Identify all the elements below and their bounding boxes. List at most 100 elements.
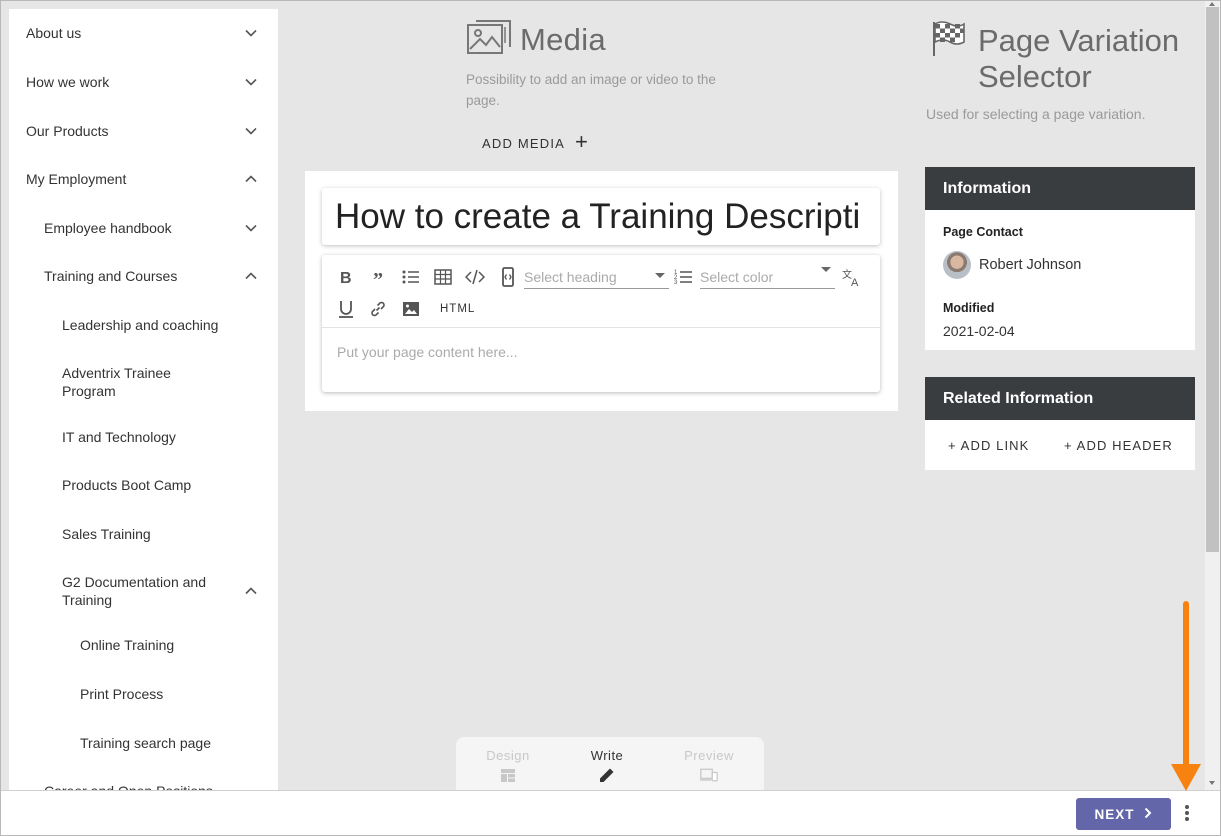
content-area[interactable]: Put your page content here... (337, 344, 518, 360)
sidebar-item-label: Our Products (26, 123, 109, 139)
sidebar-item-label: Adventrix Trainee Program (62, 365, 171, 399)
sidebar-item-label: Online Training (80, 637, 175, 653)
table-icon[interactable] (431, 265, 455, 289)
sidebar-item-leadership-and-coaching[interactable]: Leadership and coaching (9, 315, 278, 335)
sidebar-item-label: IT and Technology (62, 429, 176, 445)
caret-down-icon (821, 267, 831, 272)
sidebar-item-online-training[interactable]: Online Training (9, 635, 278, 655)
devices-icon (679, 766, 739, 784)
sidebar-item-label: How we work (26, 74, 110, 90)
annotation-arrow-shaft (1183, 601, 1189, 769)
sidebar-item-it-and-technology[interactable]: IT and Technology (9, 427, 278, 447)
translate-icon[interactable]: 文A (840, 265, 864, 289)
mode-preview-label: Preview (684, 748, 734, 763)
chevron-down-icon[interactable] (244, 26, 258, 40)
image-icon[interactable] (399, 297, 423, 321)
sidebar-item-label: Training and Courses (44, 268, 178, 284)
media-title: Media (520, 22, 606, 57)
sidebar-item-label: Print Process (80, 686, 164, 702)
quote-icon[interactable]: ” (367, 265, 391, 289)
modified-label: Modified (943, 301, 995, 315)
heading-select[interactable]: Select heading (524, 265, 669, 289)
avatar (943, 251, 971, 279)
sidebar-item-label: Products Boot Camp (62, 477, 192, 493)
chevron-up-icon[interactable] (244, 269, 258, 283)
checkered-flag-icon (930, 20, 968, 63)
sidebar-item-products-boot-camp[interactable]: Products Boot Camp (9, 475, 278, 495)
chevron-up-icon[interactable] (244, 172, 258, 186)
color-select[interactable]: Select color (700, 265, 835, 289)
editor-panel: How to create a Training Descripti B ” S… (305, 171, 898, 411)
related-information-header: Related Information (925, 377, 1195, 420)
sidebar-item-label: Leadership and coaching (62, 317, 219, 333)
information-card: Information Page Contact Robert Johnson … (925, 167, 1195, 350)
mode-write[interactable]: Write (577, 748, 637, 784)
scrollbar-thumb[interactable] (1206, 7, 1219, 552)
embed-code-icon[interactable] (496, 265, 520, 289)
chevron-up-icon[interactable] (244, 584, 258, 598)
html-button[interactable]: HTML (440, 303, 475, 315)
sidebar-item-training-and-courses[interactable]: Training and Courses (9, 266, 278, 286)
mode-preview[interactable]: Preview (679, 748, 739, 784)
caret-down-icon (655, 273, 665, 278)
sidebar-item-employee-handbook[interactable]: Employee handbook (9, 218, 278, 238)
information-header: Information (925, 167, 1195, 210)
page-title: How to create a Training Descripti (335, 197, 861, 236)
media-block: Media Possibility to add an image or vid… (466, 19, 756, 111)
plus-icon: + (575, 129, 590, 154)
footer-bar: NEXT (1, 790, 1220, 835)
mode-write-label: Write (590, 748, 624, 763)
layout-icon (478, 766, 538, 784)
sidebar-item-g2-documentation[interactable]: G2 Documentation and Training (9, 572, 278, 610)
color-select-placeholder: Select color (700, 268, 774, 285)
chevron-down-icon[interactable] (244, 221, 258, 235)
sidebar-item-about-us[interactable]: About us (9, 23, 278, 43)
chevron-down-icon[interactable] (244, 75, 258, 89)
page-title-input[interactable]: How to create a Training Descripti (322, 188, 880, 245)
link-icon[interactable] (366, 297, 390, 321)
sidebar-item-label: G2 Documentation and Training (62, 574, 206, 608)
sidebar-item-label: Employee handbook (44, 220, 172, 236)
add-link-button[interactable]: + ADD LINK (948, 438, 1029, 453)
contact-name[interactable]: Robert Johnson (979, 257, 1081, 273)
sidebar-item-my-employment[interactable]: My Employment (9, 169, 278, 189)
underline-icon[interactable] (334, 297, 358, 321)
toolbar-divider (322, 327, 880, 328)
sidebar-item-label: Sales Training (62, 526, 151, 542)
sidebar-item-label: About us (26, 25, 82, 41)
svg-text:B: B (340, 270, 352, 287)
code-icon[interactable] (463, 265, 487, 289)
page-variation-description: Used for selecting a page variation. (926, 106, 1146, 122)
image-gallery-icon (466, 19, 512, 62)
sidebar-item-label: Training search page (80, 735, 212, 751)
rich-text-editor: B ” Select heading 123 Select color 文A H… (322, 255, 880, 392)
mode-design[interactable]: Design (478, 748, 538, 784)
svg-text:”: ” (373, 269, 383, 287)
heading-select-placeholder: Select heading (524, 268, 617, 285)
add-media-label: ADD MEDIA (482, 135, 566, 151)
bold-icon[interactable]: B (334, 265, 358, 289)
page-contact-label: Page Contact (943, 225, 1023, 239)
scroll-down-icon[interactable] (1209, 781, 1215, 785)
add-media-button[interactable]: ADD MEDIA + (482, 129, 590, 155)
scroll-up-icon[interactable] (1209, 2, 1215, 6)
sidebar-item-sales-training[interactable]: Sales Training (9, 524, 278, 544)
add-header-button[interactable]: + ADD HEADER (1064, 438, 1173, 453)
sidebar-item-how-we-work[interactable]: How we work (9, 72, 278, 92)
sidebar-item-our-products[interactable]: Our Products (9, 121, 278, 141)
numbered-list-icon[interactable]: 123 (672, 265, 696, 289)
chevron-down-icon[interactable] (244, 124, 258, 138)
next-button[interactable]: NEXT (1076, 798, 1171, 830)
bullet-list-icon[interactable] (399, 265, 423, 289)
sidebar-item-label: My Employment (26, 171, 127, 187)
related-information-card: Related Information + ADD LINK + ADD HEA… (925, 377, 1195, 470)
page-variation-title: Page Variation Selector (978, 23, 1180, 94)
sidebar-nav: About us How we work Our Products My Emp… (9, 9, 278, 791)
svg-text:3: 3 (674, 280, 678, 286)
more-options-icon[interactable] (1181, 803, 1193, 823)
sidebar-item-print-process[interactable]: Print Process (9, 684, 278, 704)
mode-switcher: Design Write Preview (456, 737, 764, 793)
sidebar-item-adventrix-trainee-program[interactable]: Adventrix Trainee Program (9, 363, 278, 401)
sidebar-item-training-search-page[interactable]: Training search page (9, 733, 278, 753)
pencil-icon (577, 766, 637, 784)
